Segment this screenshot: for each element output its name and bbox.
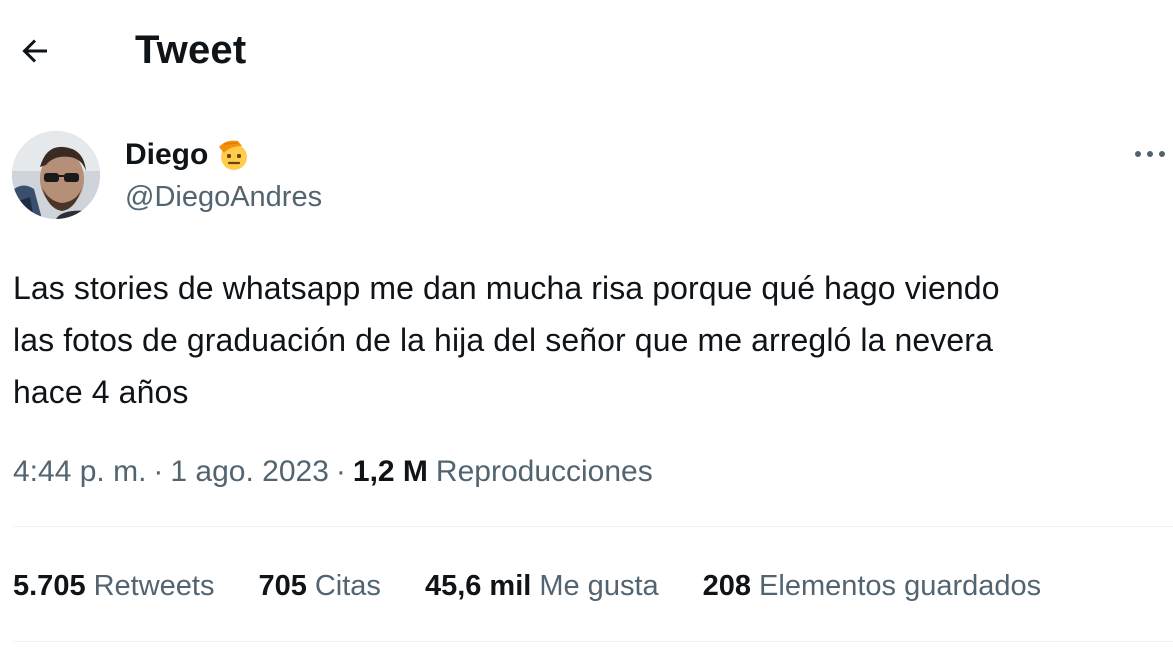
more-horizontal-icon [1135,151,1165,157]
tweet-date[interactable]: 1 ago. 2023 [170,455,328,489]
stat-label: Elementos guardados [759,569,1042,602]
more-options-button[interactable] [1128,136,1172,172]
page-header: Tweet [0,0,1173,100]
page-title: Tweet [135,28,247,72]
stat-quotes[interactable]: 705 Citas [258,570,380,603]
author-name[interactable]: Diego [125,137,208,173]
tweet-text-line: Las stories de whatsapp me dan mucha ris… [13,270,1000,306]
avatar[interactable] [12,131,100,219]
stat-likes[interactable]: 45,6 mil Me gusta [425,570,659,603]
meta-separator: · [335,455,346,488]
views-count[interactable]: 1,2 M [353,455,428,489]
stat-count: 45,6 mil [424,569,532,602]
stat-label: Citas [314,569,381,602]
stat-label: Me gusta [539,569,659,602]
stat-count: 5.705 [13,569,86,602]
author-name-row: Diego [125,136,252,174]
meta-separator: · [153,455,164,488]
stat-retweets[interactable]: 5.705 Retweets [13,570,214,603]
divider [13,641,1173,642]
tweet-detail-page: Tweet Diego @DiegoAndres Las stories de … [0,0,1173,660]
tweet-text-line: las fotos de graduación de la hija del s… [13,322,993,358]
engagement-stats: 5.705 Retweets 705 Citas 45,6 mil Me gus… [13,563,1085,609]
tweet-meta: 4:44 p. m. · 1 ago. 2023 · 1,2 M Reprodu… [13,450,653,494]
saluting-face-emoji-icon [219,140,248,170]
author-handle[interactable]: @DiegoAndres [125,180,322,214]
divider [13,526,1173,527]
stat-bookmarks[interactable]: 208 Elementos guardados [703,570,1042,603]
tweet-text: Las stories de whatsapp me dan mucha ris… [13,262,1163,418]
stat-label: Retweets [93,569,215,602]
stat-count: 208 [702,569,752,602]
avatar-photo [12,131,100,219]
back-button[interactable] [14,30,56,72]
tweet-time[interactable]: 4:44 p. m. [13,455,146,489]
views-label: Reproducciones [435,455,653,488]
tweet-text-line: hace 4 años [13,374,189,410]
stat-count: 705 [258,569,307,602]
arrow-left-icon [22,39,47,63]
